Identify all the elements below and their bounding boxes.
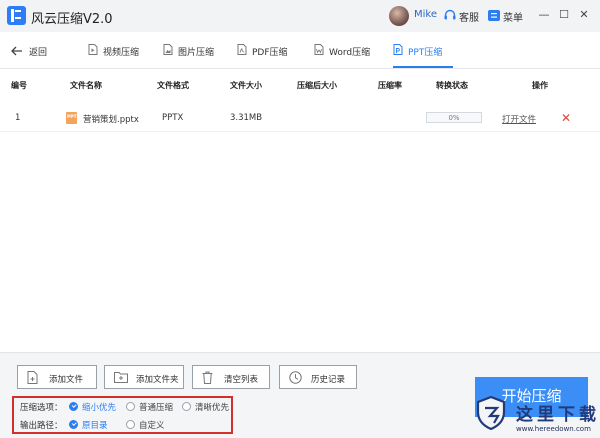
- clock-icon: [289, 371, 302, 384]
- back-label: 返回: [29, 48, 48, 58]
- customer-service-button[interactable]: 客服: [459, 9, 479, 24]
- options-panel: 压缩选项： 缩小优先 普通压缩 清晰优先 输出路径： 原目录 自定义: [12, 396, 233, 434]
- headset-icon[interactable]: [444, 9, 456, 22]
- column-header-compressed-size: 压缩后大小: [297, 81, 337, 90]
- output-path-label: 输出路径：: [20, 421, 63, 431]
- column-header-format: 文件格式: [157, 81, 189, 90]
- tab-ppt-compress[interactable]: PPT压缩: [393, 32, 453, 68]
- menu-icon[interactable]: [488, 10, 500, 21]
- nav-bar: 返回 视频压缩 图片压缩 PDF压缩 Word压缩 PPT压缩: [0, 32, 600, 69]
- radio-checked-icon: [69, 402, 78, 411]
- title-bar: 风云压缩V2.0 Mike 客服 菜单 — ☐ ✕: [0, 0, 600, 32]
- app-title: 风云压缩V2.0: [31, 12, 113, 27]
- column-header-size: 文件大小: [230, 81, 262, 90]
- watermark-url: www.hereedown.com: [516, 425, 591, 433]
- radio-label: 清晰优先: [195, 403, 230, 413]
- maximize-button[interactable]: ☐: [556, 7, 572, 23]
- arrow-left-icon: [11, 46, 22, 56]
- column-header-ratio: 压缩率: [378, 81, 402, 90]
- file-size: 3.31MB: [230, 113, 263, 123]
- tab-label: PDF压缩: [252, 48, 288, 58]
- add-folder-icon: [114, 372, 128, 383]
- watermark: 这里下载 www.hereedown.com: [474, 394, 598, 438]
- delete-icon[interactable]: ✕: [561, 112, 571, 124]
- add-folder-button[interactable]: 添加文件夹: [104, 365, 184, 389]
- file-format: PPTX: [162, 113, 184, 123]
- video-file-icon: [88, 44, 98, 55]
- progress-percent: 0%: [448, 114, 460, 122]
- column-header-status: 转换状态: [436, 81, 468, 90]
- column-header-index: 编号: [11, 81, 27, 90]
- radio-checked-icon: [69, 420, 78, 429]
- file-name: 营销策划.pptx: [83, 115, 139, 125]
- add-file-button[interactable]: 添加文件: [17, 365, 97, 389]
- radio-label: 普通压缩: [139, 403, 174, 413]
- radio-unchecked-icon: [126, 420, 135, 429]
- ppt-file-icon: [393, 44, 403, 55]
- table-row[interactable]: 1 PPT 营销策划.pptx PPTX 3.31MB 0% 打开文件 ✕: [0, 104, 600, 132]
- tab-label: 图片压缩: [178, 48, 215, 58]
- column-header-actions: 操作: [532, 81, 548, 90]
- output-path-row: 输出路径： 原目录 自定义: [20, 418, 230, 432]
- app-logo-icon: [7, 6, 26, 25]
- tab-label: 视频压缩: [103, 48, 140, 58]
- history-label: 历史记录: [311, 375, 346, 385]
- radio-label: 原目录: [82, 421, 108, 431]
- minimize-button[interactable]: —: [536, 7, 552, 23]
- file-icon-text: PPT: [67, 115, 77, 120]
- watermark-text: 这里下载: [516, 405, 600, 425]
- radio-unchecked-icon: [126, 402, 135, 411]
- clear-list-label: 清空列表: [224, 375, 259, 385]
- radio-label: 缩小优先: [82, 403, 117, 413]
- conversion-progress-bar: 0%: [426, 112, 482, 123]
- tab-label: Word压缩: [329, 48, 371, 58]
- close-window-button[interactable]: ✕: [576, 7, 592, 23]
- user-avatar[interactable]: [389, 6, 409, 26]
- column-header-name: 文件名称: [70, 81, 102, 90]
- word-file-icon: [314, 44, 324, 55]
- add-file-label: 添加文件: [49, 375, 84, 385]
- trash-icon: [202, 371, 213, 384]
- compression-options-row: 压缩选项： 缩小优先 普通压缩 清晰优先: [20, 400, 230, 414]
- pdf-file-icon: [237, 44, 247, 55]
- add-folder-label: 添加文件夹: [136, 375, 179, 385]
- compression-options-label: 压缩选项：: [20, 403, 63, 413]
- user-name-link[interactable]: Mike: [414, 9, 437, 20]
- row-index: 1: [15, 113, 21, 123]
- image-file-icon: [163, 44, 173, 55]
- shield-logo-icon: [476, 396, 506, 430]
- add-file-icon: [27, 371, 38, 384]
- radio-unchecked-icon: [182, 402, 191, 411]
- radio-label: 自定义: [139, 421, 165, 431]
- open-file-link[interactable]: 打开文件: [502, 113, 536, 125]
- menu-button[interactable]: 菜单: [503, 9, 523, 24]
- history-button[interactable]: 历史记录: [279, 365, 357, 389]
- ppt-file-icon: PPT: [66, 112, 77, 124]
- table-header: 编号 文件名称 文件格式 文件大小 压缩后大小 压缩率 转换状态 操作: [0, 80, 600, 96]
- clear-list-button[interactable]: 清空列表: [192, 365, 270, 389]
- tab-label: PPT压缩: [408, 48, 443, 58]
